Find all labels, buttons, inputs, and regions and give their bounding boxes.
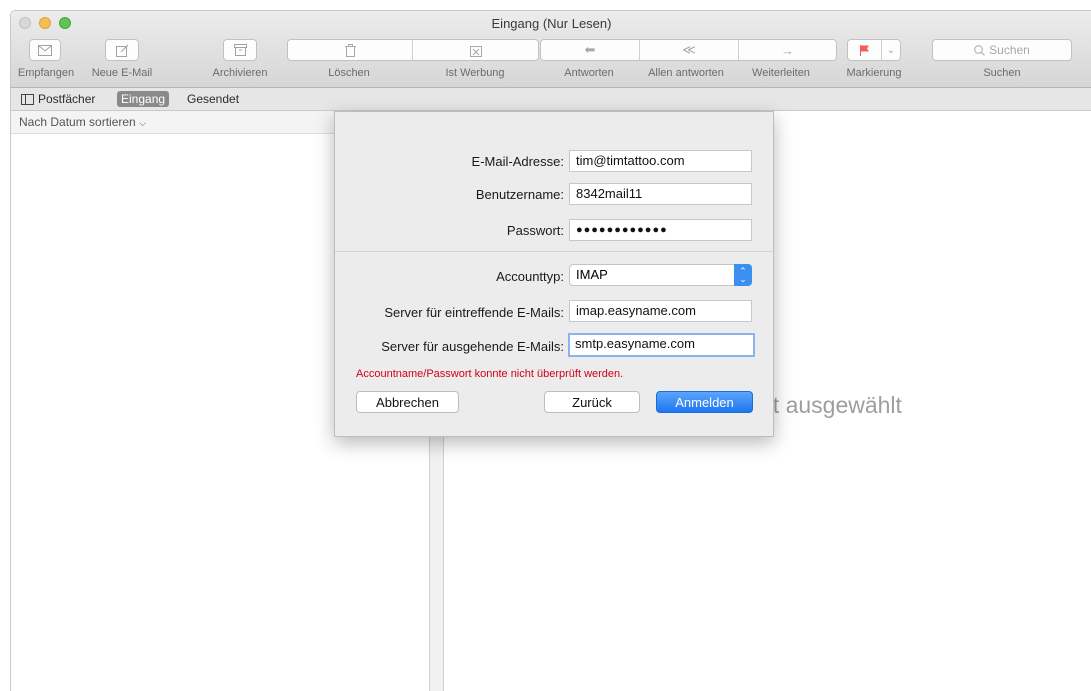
incoming-server-field[interactable]: imap.easyname.com [569,300,752,322]
compose-icon [115,44,128,57]
sort-menu[interactable]: Nach Datum sortieren ⌵ [19,115,146,129]
trash-icon [344,43,356,57]
get-mail-label: Empfangen [17,67,75,79]
sidebar-icon [21,93,34,105]
password-label: Passwort: [506,223,564,238]
junk-button[interactable] [413,40,538,60]
account-type-label: Accounttyp: [496,269,564,284]
flag-button[interactable] [848,40,882,60]
archive-label: Archivieren [212,67,268,79]
mailboxes-label: Postfächer [38,92,96,106]
outgoing-server-label: Server für ausgehende E-Mails: [381,339,564,354]
reply-segmented: ⬅ ≪ → [540,39,837,61]
reply-all-label: Allen antworten [648,67,724,79]
flag-label: Markierung [846,67,902,79]
search-placeholder: Suchen [989,43,1030,57]
sent-favorite[interactable]: Gesendet [183,91,243,107]
delete-label: Löschen [328,67,370,79]
archive-button[interactable] [223,39,257,61]
titlebar-toolbar: Eingang (Nur Lesen) Empfangen Neue E-Mai… [11,11,1091,88]
account-type-select[interactable]: IMAP ⌃ ⌄ [569,264,752,286]
flag-icon [859,44,869,56]
chevron-down-icon: ⌄ [886,44,896,56]
forward-button[interactable]: → [739,40,836,60]
updown-chevron-icon: ⌃ ⌄ [734,264,752,286]
email-field[interactable]: tim@timtattoo.com [569,150,752,172]
archive-box-icon [233,44,247,56]
mailboxes-button[interactable]: Postfächer [17,91,99,107]
reply-all-arrow-icon: ≪ [682,42,696,57]
back-button[interactable]: Zurück [544,391,640,413]
delete-junk-segmented [287,39,539,61]
reply-arrow-icon: ⬅ [584,42,596,57]
chevron-down-icon: ⌵ [139,118,146,128]
username-field[interactable]: 8342mail11 [569,183,752,205]
compose-label: Neue E-Mail [91,67,153,79]
error-message: Accountname/Passwort konnte nicht überpr… [356,368,624,380]
flag-menu-button[interactable]: ⌄ [882,40,900,60]
reply-button[interactable]: ⬅ [541,40,640,60]
magnifier-icon [974,44,985,56]
favorites-bar: Postfächer Eingang Gesendet [11,88,1091,111]
search-field[interactable]: Suchen [932,39,1072,61]
sort-label: Nach Datum sortieren [19,115,136,129]
search-label: Suchen [983,67,1021,79]
account-setup-sheet: E-Mail-Adresse: tim@timtattoo.com Benutz… [334,111,774,437]
section-separator [335,251,773,252]
username-label: Benutzername: [475,187,564,202]
window-title: Eingang (Nur Lesen) [491,16,612,31]
flag-segmented[interactable]: ⌄ [847,39,901,61]
forward-label: Weiterleiten [752,67,810,79]
sign-in-button[interactable]: Anmelden [656,391,753,413]
junk-label: Ist Werbung [445,67,505,79]
outgoing-server-field[interactable]: smtp.easyname.com [568,333,755,357]
email-label: E-Mail-Adresse: [471,154,564,169]
junk-icon [469,45,482,57]
reply-label: Antworten [564,67,614,79]
password-field[interactable]: ●●●●●●●●●●●● [569,219,752,241]
reply-all-button[interactable]: ≪ [640,40,739,60]
delete-button[interactable] [288,40,413,60]
account-type-value: IMAP [576,267,608,282]
incoming-server-label: Server für eintreffende E-Mails: [384,305,564,320]
cancel-button[interactable]: Abbrechen [356,391,459,413]
inbox-favorite[interactable]: Eingang [117,91,170,107]
forward-arrow-icon: → [781,42,794,58]
get-mail-button[interactable] [29,39,61,61]
envelope-icon [38,44,52,56]
no-message-selected-text: nt ausgewählt [760,392,902,418]
compose-button[interactable] [105,39,139,61]
